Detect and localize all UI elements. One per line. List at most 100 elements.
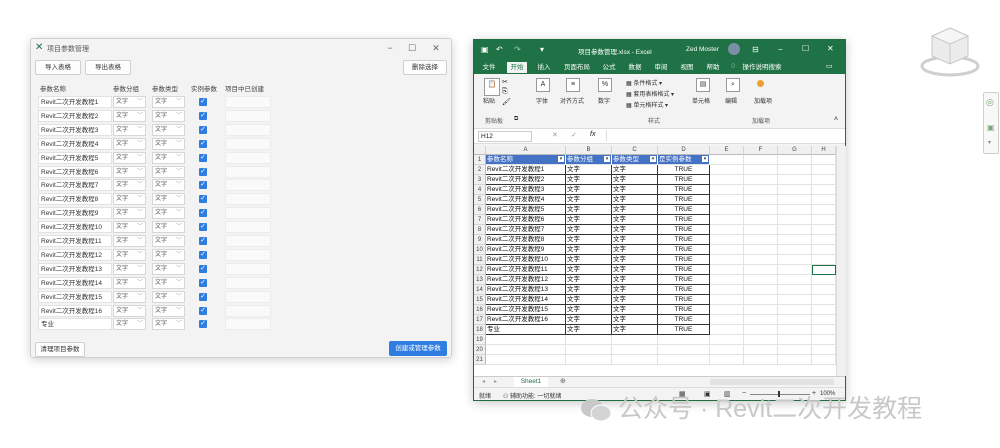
sheet-cell[interactable] (710, 345, 744, 355)
instance-checkbox[interactable]: ✓ (199, 237, 207, 245)
sheet-cell[interactable] (778, 245, 812, 255)
close-icon[interactable]: ✕ (827, 44, 834, 53)
sheet-cell[interactable]: 文字 (612, 165, 658, 175)
sheet-cell[interactable] (710, 195, 744, 205)
sheet-cell[interactable]: Revit二次开发教程16 (486, 315, 566, 325)
parameter-type-select[interactable]: 文字 ﹀ (152, 235, 185, 247)
column-header[interactable]: F (744, 146, 778, 155)
sheet-cell[interactable] (778, 295, 812, 305)
sheet-cell[interactable]: 文字 (566, 285, 612, 295)
parameter-type-select[interactable]: 文字 ﹀ (152, 207, 185, 220)
name-box[interactable]: H12 (478, 131, 532, 142)
row-header[interactable]: 3 (474, 175, 486, 185)
fx-label[interactable]: fx (590, 131, 595, 138)
parameter-group-select[interactable]: 文字 ﹀ (113, 207, 146, 220)
sheet-cell[interactable] (710, 315, 744, 325)
parameter-group-select[interactable]: 文字 ﹀ (113, 165, 146, 178)
sheet-cell[interactable] (710, 175, 744, 185)
sheet-cell[interactable]: Revit二次开发教程7 (486, 225, 566, 235)
cells-label[interactable]: 单元格 (692, 96, 710, 105)
lightbulb-icon[interactable]: ♢ (730, 62, 736, 70)
sheet-cell[interactable] (744, 275, 778, 285)
sheet-cell[interactable] (744, 335, 778, 345)
column-header[interactable]: H (812, 146, 836, 155)
tab-file[interactable]: 文件 (480, 62, 498, 73)
sheet-cell[interactable]: Revit二次开发教程15 (486, 305, 566, 315)
sheet-cell[interactable] (710, 325, 744, 335)
sheet-cell[interactable] (812, 235, 836, 245)
sheet-cell[interactable]: 文字 (612, 285, 658, 295)
sheet-cell[interactable] (812, 225, 836, 235)
sheet-cell[interactable]: TRUE (658, 185, 710, 195)
sheet-cell[interactable] (710, 245, 744, 255)
row-header[interactable]: 17 (474, 315, 486, 325)
sheet-cell[interactable]: TRUE (658, 225, 710, 235)
sheet-cell[interactable]: 文字 (612, 315, 658, 325)
parameter-type-select[interactable]: 文字 ﹀ (152, 109, 185, 122)
redo-icon[interactable]: ↷ (514, 45, 521, 54)
row-header[interactable]: 1 (474, 155, 486, 165)
sheet-cell[interactable]: 文字 (612, 325, 658, 335)
sheet-cell[interactable]: 文字 (612, 275, 658, 285)
sheet-cell[interactable] (566, 335, 612, 345)
parameter-row[interactable]: Revit二次开发教程9 文字 ﹀ 文字 ﹀ ✓ (37, 207, 443, 220)
instance-checkbox[interactable]: ✓ (199, 139, 207, 148)
instance-checkbox[interactable]: ✓ (199, 153, 207, 162)
parameter-type-select[interactable]: 文字 ﹀ (152, 221, 185, 234)
parameter-name-field[interactable]: Revit二次开发教程16 (38, 304, 112, 317)
paste-icon[interactable]: 📋 (484, 78, 500, 96)
instance-checkbox[interactable]: ✓ (199, 181, 207, 190)
parameter-row[interactable]: 专业 文字 ﹀ 文字 ﹀ ✓ (37, 318, 443, 331)
sheet-cell[interactable] (744, 265, 778, 275)
customize-toolbar-icon[interactable]: ▾ (540, 45, 544, 54)
sheet-cell[interactable]: 文字 (566, 215, 612, 225)
row-header[interactable]: 19 (474, 335, 486, 345)
parameter-name-field[interactable]: Revit二次开发教程5 (38, 151, 112, 164)
sheet-cell[interactable]: Revit二次开发教程8 (486, 235, 566, 245)
zoom-icon[interactable]: ▣ (987, 123, 995, 132)
sheet-cell[interactable]: 文字 (612, 265, 658, 275)
sheet-cell[interactable] (744, 295, 778, 305)
parameter-row[interactable]: Revit二次开发教程14 文字 ﹀ 文字 ﹀ ✓ (37, 276, 443, 290)
format-as-table-button[interactable]: ▦ 套用表格格式 ▾ (626, 89, 674, 98)
sheet-cell[interactable]: 文字 (612, 235, 658, 245)
select-all-corner[interactable] (474, 146, 486, 155)
next-sheet-icon[interactable]: ▸ (494, 378, 497, 385)
steering-wheel-icon[interactable]: ◎ (986, 97, 994, 108)
sheet-cell[interactable] (710, 225, 744, 235)
parameter-name-field[interactable]: 专业 (38, 318, 112, 331)
horizontal-scrollbar[interactable] (710, 379, 834, 385)
sheet-cell[interactable] (778, 285, 812, 295)
sheet-cell[interactable] (710, 185, 744, 195)
add-sheet-icon[interactable]: ⊕ (560, 377, 566, 385)
instance-checkbox[interactable]: ✓ (199, 250, 207, 259)
sheet-cell[interactable] (710, 205, 744, 215)
minimize-icon[interactable]: − (778, 45, 783, 54)
sheet-cell[interactable]: TRUE (658, 325, 710, 335)
sheet-cell[interactable] (658, 335, 710, 345)
sheet-cell[interactable]: Revit二次开发教程14 (486, 295, 566, 305)
sheet-cell[interactable] (710, 255, 744, 265)
sheet-cell[interactable] (744, 225, 778, 235)
save-icon[interactable]: ▣ (481, 45, 489, 54)
instance-checkbox[interactable]: ✓ (199, 111, 207, 120)
parameter-name-field[interactable]: Revit二次开发教程11 (38, 235, 112, 247)
instance-checkbox[interactable]: ✓ (199, 98, 207, 106)
sheet-cell[interactable]: TRUE (658, 295, 710, 305)
instance-checkbox[interactable]: ✓ (199, 264, 207, 273)
row-header[interactable]: 4 (474, 185, 486, 195)
sheet-cell[interactable] (812, 205, 836, 215)
sheet-cell[interactable] (812, 335, 836, 345)
parameter-row[interactable]: Revit二次开发教程4 文字 ﹀ 文字 ﹀ ✓ (37, 137, 443, 151)
editing-label[interactable]: 编辑 (725, 96, 737, 105)
sheet-cell[interactable]: TRUE (658, 245, 710, 255)
row-header[interactable]: 11 (474, 255, 486, 265)
alignment-icon[interactable]: ≡ (566, 78, 580, 92)
sheet-cell[interactable]: TRUE (658, 165, 710, 175)
parameter-row[interactable]: Revit二次开发教程3 文字 ﹀ 文字 ﹀ ✓ (37, 123, 443, 137)
sheet-cell[interactable]: TRUE (658, 215, 710, 225)
comments-icon[interactable]: ▭ (826, 62, 833, 70)
row-header[interactable]: 8 (474, 225, 486, 235)
parameter-row[interactable]: Revit二次开发教程10 文字 ﹀ 文字 ﹀ ✓ (37, 221, 443, 234)
parameter-name-field[interactable]: Revit二次开发教程14 (38, 276, 112, 289)
